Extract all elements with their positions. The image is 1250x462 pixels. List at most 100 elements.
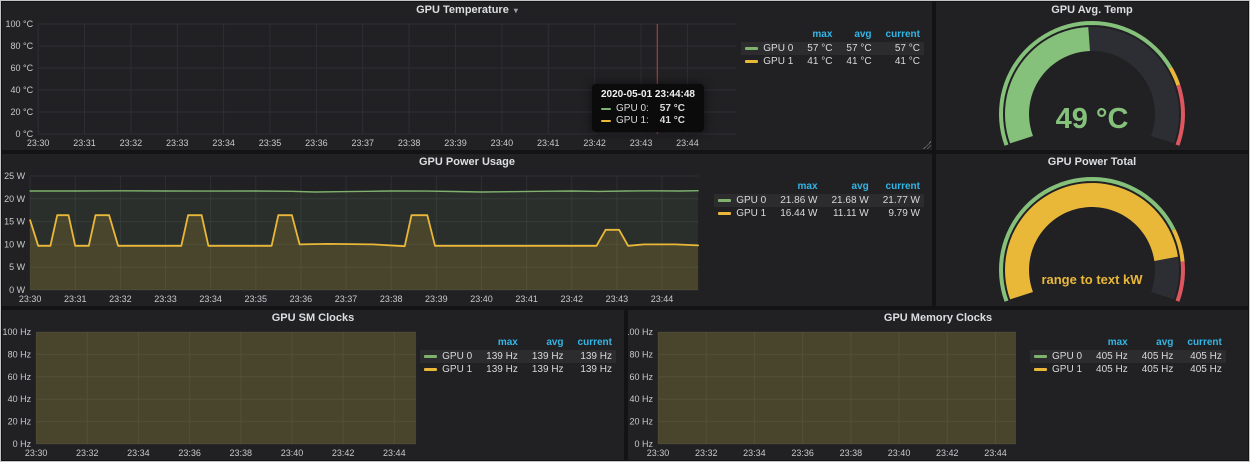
svg-text:100 Hz: 100 Hz <box>3 327 32 337</box>
svg-text:23:36: 23:36 <box>178 448 201 458</box>
legend-header-current[interactable]: current <box>876 28 924 42</box>
legend-series-toggle[interactable]: GPU 1 <box>1034 364 1082 375</box>
svg-text:5 W: 5 W <box>9 262 26 272</box>
svg-text:23:33: 23:33 <box>166 138 189 148</box>
svg-text:23:43: 23:43 <box>606 294 629 304</box>
legend-header-max[interactable]: max <box>770 180 821 194</box>
legend-series-toggle[interactable]: GPU 1 <box>424 364 472 375</box>
legend-stat-value: 405 Hz <box>1132 350 1178 363</box>
series-name-label: GPU 1 <box>763 56 793 67</box>
svg-text:23:32: 23:32 <box>109 294 132 304</box>
svg-text:23:42: 23:42 <box>332 448 355 458</box>
panel-title-gpu-power-total[interactable]: GPU Power Total <box>936 154 1248 170</box>
legend-series-toggle[interactable]: GPU 1 <box>718 208 766 219</box>
svg-text:23:41: 23:41 <box>537 138 560 148</box>
legend-stat-value: 41 °C <box>836 55 875 68</box>
svg-text:20 °C: 20 °C <box>11 107 34 117</box>
legend-stat-value: 405 Hz <box>1132 363 1178 376</box>
series-color-dash <box>601 108 611 110</box>
legend-row: GPU 1139 Hz139 Hz139 Hz <box>420 363 616 376</box>
svg-text:23:34: 23:34 <box>127 448 150 458</box>
svg-text:23:42: 23:42 <box>583 138 606 148</box>
svg-text:23:43: 23:43 <box>630 138 653 148</box>
svg-text:23:31: 23:31 <box>64 294 87 304</box>
series-color-dash <box>745 60 758 63</box>
svg-text:23:32: 23:32 <box>695 448 718 458</box>
svg-text:23:42: 23:42 <box>936 448 959 458</box>
gpu-memory-clocks-chart[interactable]: 0 Hz20 Hz40 Hz60 Hz80 Hz100 Hz23:3023:32… <box>628 326 1020 460</box>
chevron-down-icon: ▾ <box>514 6 518 15</box>
legend-stat-value: 41 °C <box>876 55 924 68</box>
series-color-dash <box>424 355 437 358</box>
legend-stat-value: 139 Hz <box>522 363 568 376</box>
legend-stat-value: 139 Hz <box>476 363 522 376</box>
series-color-dash <box>718 199 731 202</box>
panel-title-gpu-sm-clocks[interactable]: GPU SM Clocks <box>2 310 624 326</box>
legend-stat-value: 139 Hz <box>568 363 616 376</box>
series-name-label: GPU 1 <box>1052 364 1082 375</box>
legend-header-current[interactable]: current <box>873 180 924 194</box>
panel-title-gpu-temperature[interactable]: GPU Temperature ▾ <box>2 2 932 18</box>
legend-corner <box>1030 336 1086 350</box>
legend-header-avg[interactable]: avg <box>522 336 568 350</box>
svg-text:23:37: 23:37 <box>335 294 358 304</box>
gpu-power-usage-chart[interactable]: 0 W5 W10 W15 W20 W25 W23:3023:3123:3223:… <box>2 170 714 306</box>
panel-title-gpu-power-usage[interactable]: GPU Power Usage <box>2 154 932 170</box>
legend-series-toggle[interactable]: GPU 1 <box>745 56 793 67</box>
gpu-sm-clocks-chart[interactable]: 0 Hz20 Hz40 Hz60 Hz80 Hz100 Hz23:3023:32… <box>2 326 420 460</box>
legend-gpu-power-usage: maxavgcurrentGPU 021.86 W21.68 W21.77 WG… <box>714 170 932 306</box>
svg-text:23:30: 23:30 <box>647 448 670 458</box>
svg-text:23:40: 23:40 <box>470 294 493 304</box>
series-name-label: GPU 1 <box>442 364 472 375</box>
gauge-value-text: range to text kW <box>1041 272 1143 287</box>
svg-text:23:42: 23:42 <box>560 294 583 304</box>
tooltip-series-label: GPU 1: <box>616 115 649 126</box>
svg-text:40 Hz: 40 Hz <box>8 394 32 404</box>
gpu-avg-temp-gauge: 49 °C <box>936 18 1248 150</box>
graph-tooltip: 2020-05-01 23:44:48 GPU 0:57 °CGPU 1:41 … <box>592 84 704 132</box>
svg-text:23:39: 23:39 <box>425 294 448 304</box>
legend-header-max[interactable]: max <box>1086 336 1132 350</box>
legend-header-max[interactable]: max <box>476 336 522 350</box>
panel-resize-handle[interactable] <box>923 141 931 149</box>
svg-text:23:35: 23:35 <box>245 294 268 304</box>
svg-text:23:44: 23:44 <box>383 448 406 458</box>
series-color-dash <box>424 368 437 371</box>
svg-text:80 Hz: 80 Hz <box>8 349 32 359</box>
panel-gpu-sm-clocks: GPU SM Clocks 0 Hz20 Hz40 Hz60 Hz80 Hz10… <box>2 310 624 460</box>
legend-corner <box>420 336 476 350</box>
legend-stat-value: 139 Hz <box>522 350 568 363</box>
svg-text:60 Hz: 60 Hz <box>629 372 653 382</box>
legend-header-avg[interactable]: avg <box>836 28 875 42</box>
legend-stat-value: 57 °C <box>836 42 875 55</box>
legend-stat-value: 9.79 W <box>873 207 924 220</box>
series-color-dash <box>601 120 611 122</box>
svg-text:23:32: 23:32 <box>76 448 99 458</box>
panel-title-gpu-memory-clocks[interactable]: GPU Memory Clocks <box>628 310 1248 326</box>
legend-row: GPU 1405 Hz405 Hz405 Hz <box>1030 363 1226 376</box>
svg-text:23:30: 23:30 <box>19 294 42 304</box>
tooltip-series-label: GPU 0: <box>616 103 649 114</box>
series-name-label: GPU 0 <box>1052 351 1082 362</box>
svg-text:40 Hz: 40 Hz <box>629 394 653 404</box>
gpu-temperature-chart[interactable]: 0 °C20 °C40 °C60 °C80 °C100 °C23:3023:31… <box>2 18 741 150</box>
svg-text:23:40: 23:40 <box>281 448 304 458</box>
tooltip-series-value: 57 °C <box>660 103 685 114</box>
panel-gpu-power-total: GPU Power Total range to text kW <box>936 154 1248 306</box>
legend-header-avg[interactable]: avg <box>822 180 873 194</box>
panel-title-text: GPU Power Usage <box>419 156 515 168</box>
legend-header-current[interactable]: current <box>568 336 616 350</box>
svg-text:10 W: 10 W <box>4 239 26 249</box>
panel-title-gpu-avg-temp[interactable]: GPU Avg. Temp <box>936 2 1248 18</box>
legend-series-toggle[interactable]: GPU 0 <box>424 351 472 362</box>
legend-series-toggle[interactable]: GPU 0 <box>1034 351 1082 362</box>
svg-text:100 °C: 100 °C <box>6 19 34 29</box>
legend-series-toggle[interactable]: GPU 0 <box>745 43 793 54</box>
series-name-label: GPU 0 <box>442 351 472 362</box>
legend-header-current[interactable]: current <box>1177 336 1225 350</box>
legend-series-toggle[interactable]: GPU 0 <box>718 195 766 206</box>
series-color-dash <box>1034 355 1047 358</box>
dashboard: GPU Temperature ▾ 0 °C20 °C40 °C60 °C80 … <box>0 0 1250 462</box>
legend-header-avg[interactable]: avg <box>1132 336 1178 350</box>
legend-header-max[interactable]: max <box>797 28 836 42</box>
